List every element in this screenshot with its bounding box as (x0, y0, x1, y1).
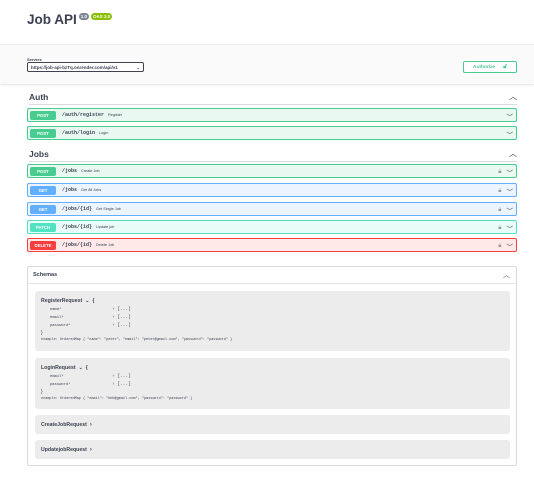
property-name: email* (50, 316, 64, 320)
model-create-job-request[interactable]: CreateJobRequest › (35, 415, 510, 434)
property-type-expander[interactable]: › [...] (112, 382, 131, 387)
operation-summary: Register (108, 113, 123, 117)
lock-icon: 🔓︎ (503, 63, 507, 70)
method-badge: PATCH (30, 222, 56, 232)
version-badge: 1.0 (78, 13, 90, 20)
lock-icon[interactable]: 🔒︎ (498, 169, 501, 176)
server-select-value: https://job-api-bzTq.onrender.com/api/v1 (31, 65, 118, 70)
operation-post-jobs[interactable]: POST /jobs Create Job 🔒︎ ﹀ (27, 164, 517, 178)
chevron-up-icon: ︿ (509, 92, 517, 101)
section-title-auth: Auth (29, 91, 49, 102)
method-badge: DELETE (30, 240, 56, 250)
authorize-label: Authorize (472, 64, 496, 70)
chevron-down-icon[interactable]: ﹀ (507, 111, 514, 121)
schemas-panel: Schemas ︿ RegisterRequest ⌄ { name* › [.… (27, 266, 517, 466)
api-title-block: Job API 1.0 OAS 3.0 (27, 12, 113, 28)
schemas-title: Schemas (33, 272, 58, 278)
operation-summary: Login (99, 131, 109, 135)
oas-badge: OAS 3.0 (91, 13, 113, 20)
operation-path: /jobs (62, 168, 78, 174)
chevron-down-icon[interactable]: ﹀ (507, 129, 514, 139)
method-badge: POST (30, 110, 56, 120)
model-name: RegisterRequest (41, 298, 83, 304)
property-type: [...] (117, 323, 131, 328)
property-type-expander[interactable]: › [...] (112, 315, 131, 320)
model-title-row[interactable]: RegisterRequest ⌄ { (41, 298, 94, 304)
close-brace: } (41, 330, 43, 336)
property-name: password* (50, 383, 71, 387)
chevron-down-icon: ⌄ (136, 65, 140, 70)
property-type: [...] (117, 315, 131, 320)
method-badge: POST (30, 128, 56, 138)
method-badge: GET (30, 204, 56, 214)
model-update-job-request[interactable]: UpdatejobRequest › (35, 440, 510, 459)
section-header-auth[interactable]: Auth ︿ (29, 89, 517, 105)
property-name: email* (50, 375, 64, 379)
operation-post-auth-register[interactable]: POST /auth/register Register ﹀ (27, 108, 517, 122)
property-name: password* (50, 324, 71, 328)
open-brace: { (85, 365, 88, 371)
operation-summary: Get All Jobs (81, 188, 102, 192)
chevron-down-icon: ⌄ (78, 365, 83, 371)
authorize-button[interactable]: Authorize 🔓︎ (463, 61, 517, 73)
chevron-up-icon: ︿ (509, 149, 517, 158)
lock-icon[interactable]: 🔒︎ (498, 243, 501, 250)
section-title-jobs: Jobs (29, 148, 49, 159)
model-name: UpdatejobRequest (41, 447, 87, 453)
property-type-expander[interactable]: › [...] (112, 307, 131, 312)
section-header-jobs[interactable]: Jobs ︿ (29, 146, 517, 162)
page-title: Job API (27, 12, 77, 27)
property-name: name* (50, 308, 62, 312)
operation-path: /jobs/{id} (62, 224, 93, 230)
operation-summary: Create Job (81, 169, 100, 173)
model-name: CreateJobRequest (41, 422, 87, 428)
operation-get-job-by-id[interactable]: GET /jobs/{id} Get Single Job 🔒︎ ﹀ (27, 202, 517, 216)
operation-path: /jobs/{id} (62, 206, 93, 212)
model-example: example: OrderedMap { "email": "bhb@gmai… (41, 397, 193, 401)
property-type-expander[interactable]: › [...] (112, 323, 131, 328)
operation-summary: Update job (96, 225, 115, 229)
operation-path: /auth/register (62, 112, 105, 118)
chevron-down-icon: ⌄ (85, 298, 90, 304)
chevron-right-icon: › (89, 447, 92, 453)
operation-post-auth-login[interactable]: POST /auth/login Login ﹀ (27, 126, 517, 140)
model-login-request: LoginRequest ⌄ { email* › [...] password… (35, 358, 510, 409)
model-example: example: OrderedMap { "name": "peter", "… (41, 338, 233, 342)
property-type-expander[interactable]: › [...] (112, 374, 131, 379)
operation-summary: Delete Job (96, 243, 115, 247)
chevron-down-icon[interactable]: ﹀ (507, 241, 514, 251)
model-title-row[interactable]: CreateJobRequest › (41, 422, 92, 428)
model-register-request: RegisterRequest ⌄ { name* › [...] email*… (35, 291, 510, 351)
lock-icon[interactable]: 🔒︎ (498, 207, 501, 214)
method-badge: GET (30, 185, 56, 195)
operation-patch-job[interactable]: PATCH /jobs/{id} Update job 🔒︎ ﹀ (27, 220, 517, 234)
lock-icon[interactable]: 🔒︎ (498, 225, 501, 232)
close-brace: } (41, 389, 43, 395)
model-title-row[interactable]: LoginRequest ⌄ { (41, 365, 88, 371)
lock-icon[interactable]: 🔒︎ (498, 188, 501, 195)
chevron-down-icon[interactable]: ﹀ (507, 205, 514, 215)
chevron-down-icon[interactable]: ﹀ (507, 223, 514, 233)
model-name: LoginRequest (41, 365, 76, 371)
operation-get-jobs[interactable]: GET /jobs Get All Jobs 🔒︎ ﹀ (27, 183, 517, 197)
server-select[interactable]: https://job-api-bzTq.onrender.com/api/v1… (27, 62, 144, 72)
property-type: [...] (117, 307, 131, 312)
operation-path: /jobs (62, 187, 78, 193)
open-brace: { (92, 298, 95, 304)
chevron-down-icon[interactable]: ﹀ (507, 167, 514, 177)
operation-summary: Get Single Job (96, 207, 121, 211)
operation-path: /auth/login (62, 130, 96, 136)
chevron-down-icon[interactable]: ﹀ (507, 186, 514, 196)
schemas-header[interactable]: Schemas ︿ (28, 267, 516, 284)
property-type: [...] (117, 374, 131, 379)
model-title-row[interactable]: UpdatejobRequest › (41, 447, 92, 453)
method-badge: POST (30, 166, 56, 176)
operation-delete-job[interactable]: DELETE /jobs/{id} Delete Job 🔒︎ ﹀ (27, 238, 517, 252)
operation-path: /jobs/{id} (62, 242, 93, 248)
scheme-container: Servers https://job-api-bzTq.onrender.co… (0, 44, 534, 84)
chevron-up-icon: ︿ (503, 272, 510, 279)
property-type: [...] (117, 382, 131, 387)
chevron-right-icon: › (89, 422, 92, 428)
